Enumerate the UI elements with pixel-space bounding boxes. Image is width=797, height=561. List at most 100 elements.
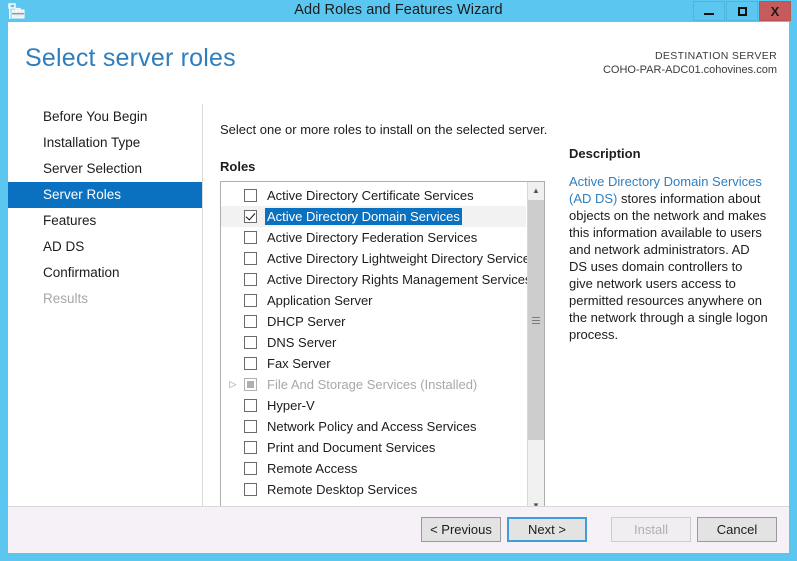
description-title: Description [569, 146, 641, 161]
next-button[interactable]: Next > [507, 517, 587, 542]
content-frame: Select server roles DESTINATION SERVER C… [8, 22, 789, 553]
sidebar-divider [202, 104, 203, 506]
role-list-item[interactable]: Print and Document Services [221, 437, 526, 458]
role-checkbox[interactable] [244, 357, 257, 370]
page-header: Select server roles DESTINATION SERVER C… [8, 22, 789, 92]
role-checkbox[interactable] [244, 336, 257, 349]
destination-server-name: COHO-PAR-ADC01.cohovines.com [602, 64, 777, 76]
sidebar-item-server-selection[interactable]: Server Selection [8, 156, 202, 182]
wizard-window: Add Roles and Features Wizard X Select s… [0, 0, 797, 561]
role-list-item[interactable]: Hyper-V [221, 395, 526, 416]
role-label: Network Policy and Access Services [267, 419, 477, 434]
role-checkbox[interactable] [244, 420, 257, 433]
maximize-icon [737, 6, 747, 16]
role-label: File And Storage Services (Installed) [267, 377, 478, 392]
role-label: Active Directory Certificate Services [267, 188, 474, 203]
role-label: DNS Server [267, 335, 337, 350]
role-checkbox[interactable] [244, 231, 257, 244]
expand-chevron-icon[interactable]: ▷ [227, 380, 239, 389]
role-checkbox[interactable] [244, 315, 257, 328]
scrollbar-thumb[interactable] [528, 200, 544, 440]
role-checkbox[interactable] [244, 441, 257, 454]
role-list-item[interactable]: Fax Server [221, 353, 526, 374]
role-checkbox [244, 378, 257, 391]
role-list-item[interactable]: Active Directory Lightweight Directory S… [221, 248, 536, 269]
description-panel: Description Active Directory Domain Serv… [569, 146, 769, 343]
role-label: Active Directory Rights Management Servi… [267, 272, 532, 287]
role-list-item[interactable]: Application Server [221, 290, 526, 311]
role-list-item[interactable]: DNS Server [221, 332, 526, 353]
instruction-text: Select one or more roles to install on t… [220, 122, 548, 137]
role-checkbox[interactable] [244, 294, 257, 307]
footer-buttons: < Previous Next > Install Cancel [415, 517, 777, 542]
role-label: Active Directory Domain Services [265, 208, 462, 225]
role-checkbox[interactable] [244, 399, 257, 412]
role-checkbox[interactable] [244, 252, 257, 265]
role-list-item[interactable]: DHCP Server [221, 311, 526, 332]
role-checkbox[interactable] [244, 273, 257, 286]
role-label: Print and Document Services [267, 440, 436, 455]
role-list-item[interactable]: Active Directory Domain Services [221, 206, 526, 227]
role-checkbox[interactable] [244, 210, 257, 223]
scroll-up-icon[interactable]: ▲ [528, 182, 544, 199]
sidebar-item-before-you-begin[interactable]: Before You Begin [8, 104, 202, 130]
sidebar-item-installation-type[interactable]: Installation Type [8, 130, 202, 156]
role-checkbox[interactable] [244, 189, 257, 202]
role-label: Fax Server [267, 356, 331, 371]
role-list-item[interactable]: Network Policy and Access Services [221, 416, 526, 437]
role-list-item[interactable]: Remote Desktop Services [221, 479, 526, 500]
role-list-item[interactable]: ▷ File And Storage Services (Installed) [221, 374, 526, 395]
roles-label: Roles [220, 159, 256, 174]
role-label: Remote Access [267, 461, 358, 476]
roles-listbox[interactable]: Active Directory Certificate Services Ac… [220, 181, 545, 515]
role-label: DHCP Server [267, 314, 346, 329]
role-label: Active Directory Lightweight Directory S… [267, 251, 537, 266]
window-controls: X [693, 1, 791, 21]
role-label: Remote Desktop Services [267, 482, 418, 497]
maximize-button[interactable] [726, 1, 758, 21]
role-list-item[interactable]: Remote Access [221, 458, 526, 479]
role-list-item[interactable]: Active Directory Rights Management Servi… [221, 269, 531, 290]
destination-server-label: DESTINATION SERVER [654, 50, 777, 62]
destination-server-block: DESTINATION SERVER COHO-PAR-ADC01.cohovi… [603, 49, 777, 77]
sidebar-item-results: Results [43, 291, 89, 306]
description-role-text: stores information about objects on the … [569, 191, 768, 342]
cancel-button[interactable]: Cancel [697, 517, 777, 542]
close-button[interactable]: X [759, 1, 791, 21]
sidebar-item-confirmation[interactable]: Confirmation [8, 260, 202, 286]
role-list-item[interactable]: Active Directory Certificate Services [221, 185, 526, 206]
minimize-button[interactable] [693, 1, 725, 21]
role-label: Active Directory Federation Services [267, 230, 478, 245]
wizard-steps-nav: Before You Begin Installation Type Server … [8, 104, 202, 312]
roles-list: Active Directory Certificate Services Ac… [221, 182, 536, 500]
footer-bar: < Previous Next > Install Cancel [8, 506, 789, 553]
sidebar-item-server-roles[interactable]: Server Roles [8, 182, 202, 208]
previous-button[interactable]: < Previous [421, 517, 501, 542]
page-title: Select server roles [25, 44, 236, 72]
window-title: Add Roles and Features Wizard [294, 2, 503, 18]
role-label: Application Server [267, 293, 373, 308]
role-list-item[interactable]: Active Directory Federation Services [221, 227, 526, 248]
role-checkbox[interactable] [244, 462, 257, 475]
scrollbar-grip-icon [532, 316, 540, 324]
sidebar-item-features[interactable]: Features [8, 208, 202, 234]
role-checkbox[interactable] [244, 483, 257, 496]
title-bar: Add Roles and Features Wizard X [0, 0, 797, 22]
roles-scrollbar[interactable]: ▲ ▼ [527, 182, 544, 514]
sidebar-item-ad-ds[interactable]: AD DS [8, 234, 202, 260]
description-body: Active Directory Domain Services (AD DS)… [569, 173, 769, 343]
